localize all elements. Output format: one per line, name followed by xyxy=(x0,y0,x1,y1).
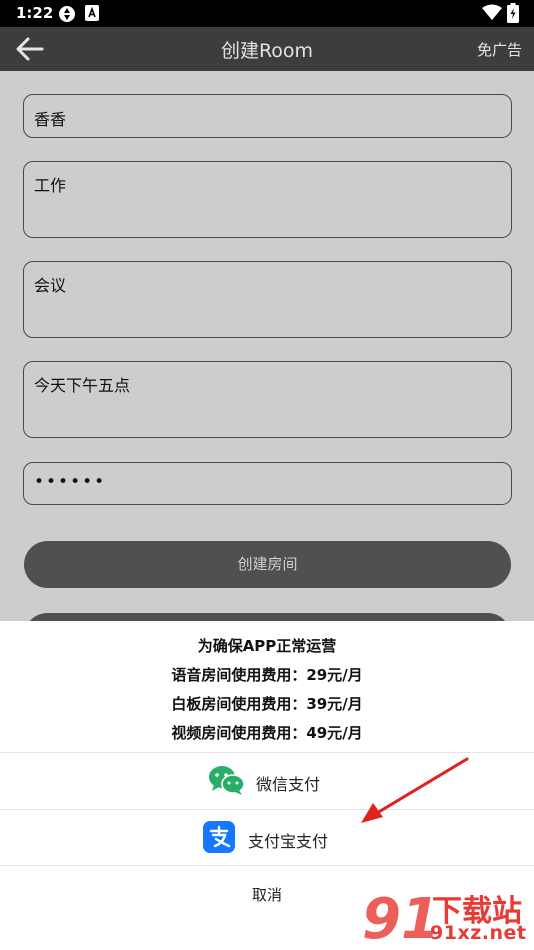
status-bar: 1:22 xyxy=(0,0,534,27)
divider xyxy=(0,865,534,866)
status-time: 1:22 xyxy=(16,4,54,22)
create-room-button[interactable]: 创建房间 xyxy=(24,541,511,588)
sync-icon xyxy=(59,6,75,22)
remove-ads-button[interactable]: 免广告 xyxy=(477,39,522,60)
room-time-input[interactable]: 今天下午五点 xyxy=(23,361,512,438)
notice-whiteboard-fee: 白板房间使用费用：39元/月 xyxy=(171,695,363,713)
room-topic-input[interactable]: 会议 xyxy=(23,261,512,338)
room-password-input[interactable]: •••••• xyxy=(23,462,512,505)
app-bar: 创建Room 免广告 xyxy=(0,27,534,71)
app-notification-icon xyxy=(85,5,99,21)
notice-voice-fee: 语音房间使用费用：29元/月 xyxy=(171,666,363,684)
watermark-domain: 91xz.net xyxy=(430,922,527,944)
battery-icon xyxy=(507,3,519,23)
notice-video-fee: 视频房间使用费用：49元/月 xyxy=(171,724,363,742)
annotation-arrow xyxy=(361,757,469,823)
room-name-input[interactable]: 香香 xyxy=(23,94,512,138)
alipay-label: 支付宝支付 xyxy=(248,832,329,851)
create-room-form: 香香 工作 会议 今天下午五点 •••••• 创建房间 xyxy=(0,71,534,660)
room-category-input[interactable]: 工作 xyxy=(23,161,512,238)
svg-text:91: 91 xyxy=(362,887,436,948)
notice-title: 为确保APP正常运营 xyxy=(197,637,337,655)
wechat-icon xyxy=(209,766,245,795)
alipay-icon xyxy=(203,821,235,853)
watermark-logo-icon: 91 xyxy=(362,887,436,948)
wechat-pay-label: 微信支付 xyxy=(256,775,321,794)
page-title: 创建Room xyxy=(220,40,314,62)
wifi-icon xyxy=(482,4,502,20)
watermark: 91 下载站 91xz.net xyxy=(360,882,532,948)
